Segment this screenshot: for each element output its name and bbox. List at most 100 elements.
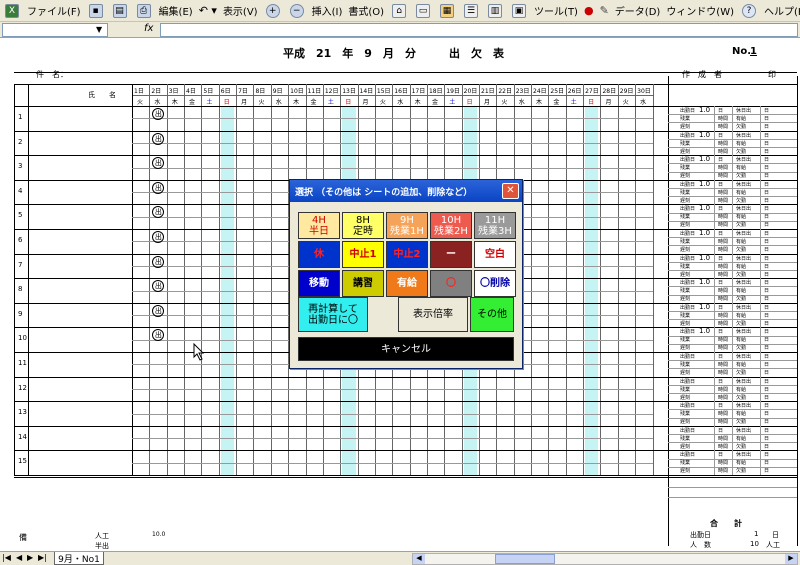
record-icon[interactable]: ● — [581, 1, 597, 21]
side-late: 遅刻 — [680, 197, 691, 204]
print-icon[interactable]: ⎙ — [132, 1, 156, 21]
horizontal-scrollbar[interactable]: ◀ ▶ — [412, 553, 798, 565]
save-icon[interactable]: ▪ — [84, 1, 108, 21]
side-unit: 日 — [764, 312, 770, 319]
draw-tool-icon[interactable]: ⌂ — [387, 1, 411, 21]
cancel-button[interactable]: キャンセル — [298, 337, 514, 361]
side-absent: 欠勤 — [736, 419, 747, 426]
side-unit: 日 — [718, 231, 724, 237]
side-time: 時間 — [718, 468, 729, 475]
side-unit: 日 — [764, 419, 770, 426]
scroll-right-icon[interactable]: ▶ — [785, 554, 797, 564]
side-holiday: 休日出 — [736, 255, 752, 262]
menu-insert[interactable]: 挿入(I) — [309, 1, 346, 21]
dialog-option-button[interactable]: 中止1 — [342, 241, 384, 268]
weekday-header: 木 — [536, 99, 543, 106]
draw-tool-icon[interactable]: ▭ — [411, 1, 435, 21]
pen-icon[interactable]: ✎ — [597, 1, 612, 21]
grid-line — [714, 253, 715, 279]
dialog-option-button[interactable]: 8H 定時 — [342, 212, 384, 239]
excel-app-icon[interactable]: X — [0, 1, 24, 21]
chevron-down-icon[interactable]: ▼ — [96, 25, 102, 34]
zoom-in-icon[interactable]: + — [261, 1, 285, 21]
side-time: 時間 — [718, 443, 729, 450]
menu-tools[interactable]: ツール(T) — [531, 1, 581, 21]
side-unit: 日 — [764, 354, 770, 360]
menu-bar: X ファイル(F) ▪ ▤ ⎙ 編集(E) ↶ ▾ 表示(V) + − 挿入(I… — [0, 0, 800, 22]
grid-line — [732, 327, 733, 352]
side-time: 時間 — [718, 197, 729, 204]
menu-data[interactable]: データ(D) — [612, 1, 664, 21]
weekday-header: 月 — [241, 99, 248, 106]
other-button[interactable]: その他 — [470, 297, 514, 332]
menu-help[interactable]: ヘルプ(H) — [761, 1, 800, 21]
totals-workdays-value: 1 — [754, 530, 759, 538]
side-paid: 有給 — [736, 165, 747, 172]
help-icon[interactable]: ? — [737, 1, 761, 21]
menu-file[interactable]: ファイル(F) — [24, 1, 84, 21]
table-tool-icon[interactable]: ☰ — [459, 1, 483, 21]
dialog-option-button[interactable]: 移動 — [298, 270, 340, 297]
day-header: 18日 — [428, 88, 443, 95]
side-absent: 欠勤 — [736, 394, 747, 401]
formula-input[interactable] — [160, 23, 798, 37]
dialog-option-button[interactable]: 11H 残業3H — [474, 212, 516, 239]
side-value: 1.0 — [699, 130, 711, 139]
dialog-option-button[interactable]: 中止2 — [386, 241, 428, 268]
tab-prev-icon[interactable]: ◀ — [16, 553, 22, 562]
manpower-value: 10.0 — [152, 531, 166, 538]
recalc-button[interactable]: 再計算して 出勤日に〇 — [298, 297, 368, 332]
fx-icon[interactable]: fx — [144, 23, 153, 34]
day-header: 5日 — [203, 88, 214, 95]
menu-window[interactable]: ウィンドウ(W) — [663, 1, 737, 21]
scroll-left-icon[interactable]: ◀ — [413, 554, 425, 564]
dialog-option-button[interactable]: ー — [430, 241, 472, 268]
tab-next-icon[interactable]: ▶ — [27, 553, 33, 562]
print-preview-icon[interactable]: ▤ — [108, 1, 132, 21]
zoom-button[interactable]: 表示倍率 — [398, 297, 468, 332]
side-unit: 日 — [718, 452, 724, 459]
side-unit: 日 — [764, 427, 770, 434]
row-number: 8 — [18, 285, 23, 294]
day-header: 20日 — [463, 88, 478, 95]
undo-icon[interactable]: ↶ ▾ — [196, 1, 220, 21]
dialog-option-button[interactable]: 〇 — [430, 270, 472, 297]
tab-sheet-9-1[interactable]: 9月・No1 — [54, 552, 104, 565]
side-holiday: 休日出 — [736, 354, 752, 360]
dialog-option-button[interactable]: 9H 残業1H — [386, 212, 428, 239]
close-icon[interactable]: ✕ — [502, 183, 519, 199]
dialog-option-button[interactable]: 〇削除 — [474, 270, 516, 297]
weekday-header: 水 — [154, 99, 161, 106]
dialog-option-button[interactable]: 有給 — [386, 270, 428, 297]
grid-tool-icon[interactable]: ▦ — [435, 1, 459, 21]
attendance-stamp[interactable]: 出 — [152, 255, 165, 268]
side-unit: 日 — [764, 280, 770, 287]
side-paid: 有給 — [736, 312, 747, 319]
side-late: 遅刻 — [680, 320, 691, 327]
side-late: 遅刻 — [680, 296, 691, 303]
side-overtime: 残業 — [680, 312, 691, 319]
dialog-option-button[interactable]: 講習 — [342, 270, 384, 297]
dialog-option-line2: 残業2H — [434, 225, 468, 237]
menu-edit[interactable]: 編集(E) — [156, 1, 196, 21]
name-box[interactable] — [2, 23, 108, 37]
side-unit: 日 — [718, 304, 724, 311]
dialog-option-button[interactable]: 空白 — [474, 241, 516, 268]
zoom-out-icon[interactable]: − — [285, 1, 309, 21]
dialog-option-line1: 講習 — [353, 278, 373, 289]
side-unit: 日 — [764, 173, 770, 180]
tab-last-icon[interactable]: ▶| — [38, 553, 47, 562]
form-tool-icon[interactable]: ▣ — [507, 1, 531, 21]
chart-tool-icon[interactable]: ▥ — [483, 1, 507, 21]
grid-line — [652, 84, 654, 475]
dialog-option-button[interactable]: 4H 半日 — [298, 212, 340, 239]
attendance-stamp[interactable]: 出 — [152, 132, 165, 145]
row-number: 10 — [18, 334, 27, 343]
side-absent: 欠勤 — [736, 271, 747, 278]
menu-view[interactable]: 表示(V) — [220, 1, 261, 21]
dialog-option-button[interactable]: 10H 残業2H — [430, 212, 472, 239]
tab-first-icon[interactable]: |◀ — [2, 553, 11, 562]
menu-format[interactable]: 書式(O) — [345, 1, 387, 21]
scroll-thumb[interactable] — [495, 554, 555, 564]
dialog-option-button[interactable]: 休 — [298, 241, 340, 268]
